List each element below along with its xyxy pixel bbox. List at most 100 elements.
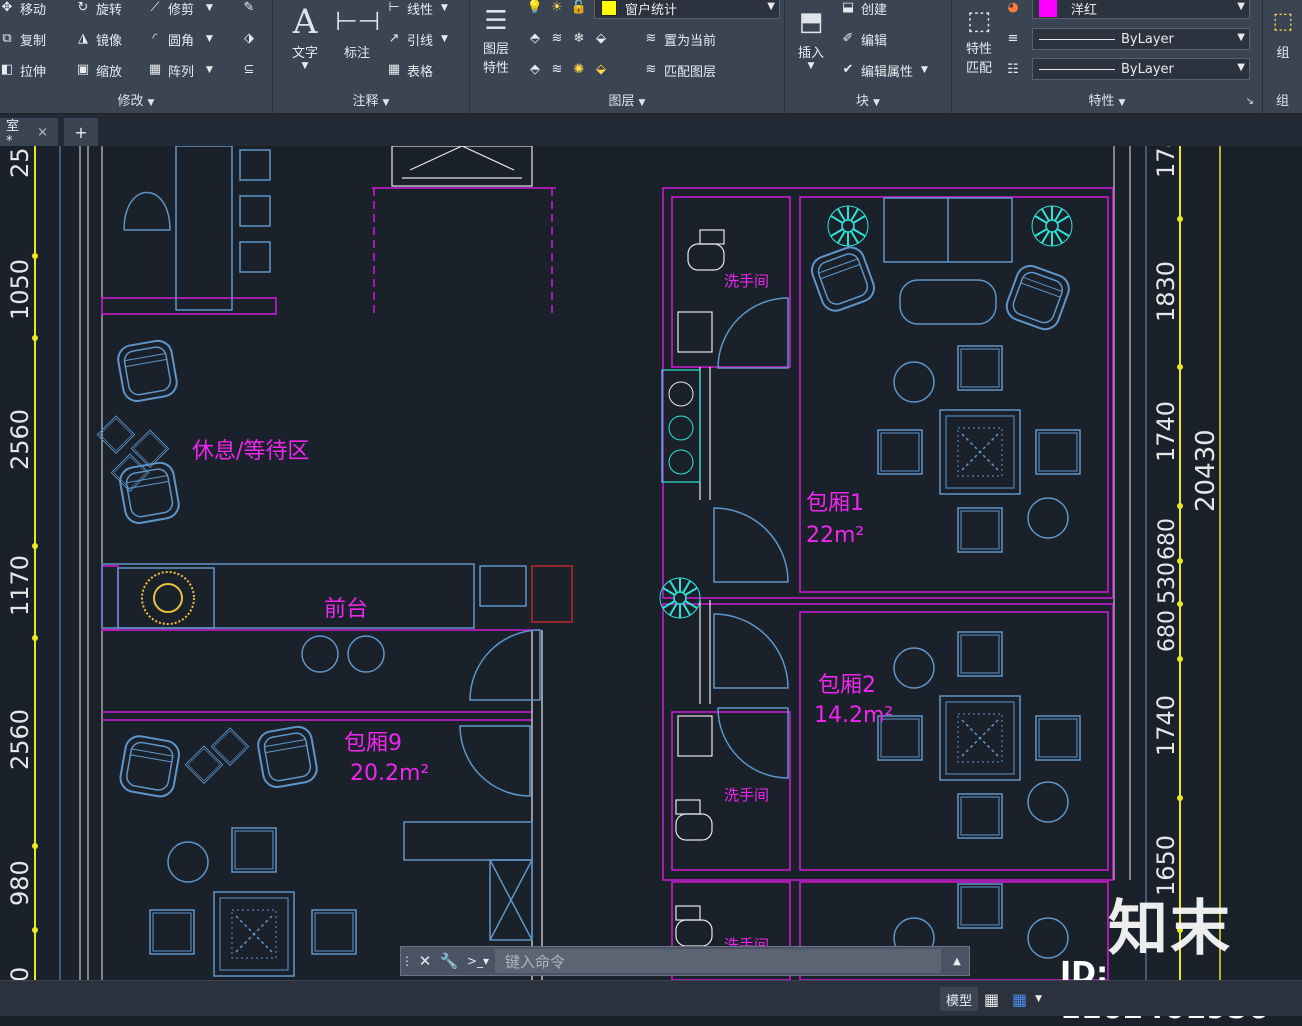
trim-dropdown-icon[interactable]: ▼: [206, 3, 213, 13]
plus-icon: +: [74, 122, 88, 142]
mirror-button[interactable]: ◮ 镜像: [74, 27, 122, 51]
grid-toggle[interactable]: ▦: [984, 987, 999, 1011]
unlock-icon: 🔓: [570, 0, 588, 15]
set-current-button[interactable]: ≋ 置为当前: [642, 27, 716, 51]
panel-expand-icon[interactable]: ↘: [1246, 96, 1254, 107]
dimension-button[interactable]: ⊢⊣ 标注: [335, 2, 380, 61]
drawing-canvas[interactable]: 250 1050 2560 1170 2560 980 0 174 1830 1…: [0, 132, 1302, 982]
right-dim-label: 680: [1155, 610, 1180, 652]
chevron-down-icon: ▼: [1237, 1, 1245, 12]
layer-tools-row2[interactable]: ⬘ ≋ ❄ ⬙: [526, 27, 614, 51]
file-tab-bar: 室* × +: [0, 114, 1302, 149]
stretch-button[interactable]: ◧ 拉伸: [0, 58, 46, 82]
layer-tools-row3[interactable]: ⬘ ≋ ✺ ⬙: [526, 58, 614, 82]
model-tab[interactable]: 模型: [940, 987, 979, 1011]
lineweight-dropdown[interactable]: ByLayer ▼: [1032, 58, 1250, 80]
array-dropdown-icon[interactable]: ▼: [206, 65, 213, 75]
modify-panel-title[interactable]: 修改 ▼: [0, 90, 272, 109]
scale-button[interactable]: ▣ 缩放: [74, 58, 122, 82]
close-icon[interactable]: ✕: [413, 952, 437, 970]
text-icon: A: [292, 2, 318, 42]
wrench-icon[interactable]: 🔧: [437, 952, 461, 970]
annotation-panel-title[interactable]: 注释 ▼: [273, 90, 469, 109]
edit-block-button[interactable]: ✐ 编辑: [839, 27, 887, 51]
trim-button[interactable]: ⟋ 修剪 ▼: [146, 0, 213, 20]
tables: [213, 409, 1021, 977]
leader-button[interactable]: ↗ 引线 ▼: [385, 27, 448, 51]
left-dim-label: 0: [6, 967, 34, 980]
fillet-dropdown-icon[interactable]: ▼: [206, 34, 213, 44]
file-tab-active[interactable]: 室* ×: [0, 118, 58, 149]
rotate-button[interactable]: ↻ 旋转: [74, 0, 122, 20]
chevron-down-icon[interactable]: ▼: [441, 34, 448, 44]
color-wheel-button[interactable]: ◕: [1004, 0, 1026, 20]
command-prompt-icon[interactable]: >_▾: [461, 954, 495, 968]
watermark-logo: 知末: [1108, 894, 1232, 964]
new-tab-button[interactable]: +: [64, 118, 98, 146]
snap-toggle[interactable]: ▦ ▼: [1012, 987, 1042, 1011]
fillet-icon: ◜: [152, 31, 158, 46]
lineweight-list-button[interactable]: ☷: [1004, 58, 1026, 82]
linear-dimension-icon: ⊢: [388, 0, 400, 15]
fillet-button[interactable]: ◜ 圆角 ▼: [146, 27, 213, 51]
array-button[interactable]: ▦ 阵列 ▼: [146, 58, 213, 82]
close-icon[interactable]: ×: [37, 125, 48, 140]
right-dim-label: 530: [1155, 562, 1180, 604]
layer-off-icon: ⬘: [530, 31, 540, 46]
block-panel-title[interactable]: 块 ▼: [785, 90, 951, 109]
walls: [101, 187, 1114, 981]
copy-button[interactable]: ⧉ 复制: [0, 27, 46, 51]
layer-dropdown[interactable]: 窗户统计 ▼: [594, 0, 780, 19]
left-dim-label: 250: [6, 146, 34, 178]
status-bar: 模型 ▦ ▦ ▼: [0, 980, 1302, 1016]
table-button[interactable]: ▦ 表格: [385, 58, 433, 82]
explode-button[interactable]: ⬗: [240, 27, 262, 51]
erase-icon: ✎: [243, 0, 255, 15]
offset-button[interactable]: ⊆: [240, 58, 262, 82]
rest-area-label: 休息/等待区: [192, 439, 309, 464]
group-button[interactable]: ⬚ 组: [1267, 2, 1299, 61]
layer-freeze-icon: ❄: [573, 31, 585, 46]
layer-state-icons[interactable]: 💡 ☀ 🔓: [526, 0, 592, 20]
erase-button[interactable]: ✎: [240, 0, 262, 20]
insert-button[interactable]: ⬒ 插入 ▼: [789, 2, 833, 71]
color-dropdown[interactable]: 洋红 ▼: [1032, 0, 1250, 19]
chevron-down-icon: ▼: [638, 98, 646, 108]
table-icon: ▦: [387, 62, 401, 77]
color-wheel-icon: ◕: [1007, 0, 1019, 15]
layers-panel-title[interactable]: 图层 ▼: [470, 90, 784, 109]
chevron-down-icon[interactable]: ▼: [441, 3, 448, 13]
properties-panel: ⬚ 特性 匹配 ◕ ≡ ☷ 洋红 ▼ ByLayer ▼ ByLayer ▼ 特性 ▼…: [952, 0, 1263, 113]
edit-attributes-button[interactable]: ✔ 编辑属性 ▼: [839, 58, 928, 82]
layer-thaw-icon: ✺: [573, 62, 585, 77]
grip-icon[interactable]: ⋮: [401, 954, 413, 968]
linetype-dropdown[interactable]: ByLayer ▼: [1032, 28, 1250, 50]
move-button[interactable]: ✥ 移动: [0, 0, 46, 20]
layer-properties-button[interactable]: ☰ 图层 特性: [474, 2, 518, 78]
linetype-list-button[interactable]: ≡: [1004, 27, 1026, 51]
right-dim-label: 174: [1152, 146, 1180, 178]
group-panel-title[interactable]: 组: [1263, 90, 1302, 109]
chevron-down-icon[interactable]: ▼: [921, 65, 928, 75]
create-block-button[interactable]: ⬓ 创建: [839, 0, 887, 20]
snap-grid-icon: ▦: [1012, 989, 1028, 1009]
armchairs: [115, 242, 1074, 800]
leader-icon: ↗: [388, 31, 400, 46]
right-dim-label: 1830: [1152, 261, 1180, 322]
right-dimension-strip: 174 1830 1740 680 530 680 1740 1650 2043…: [1113, 132, 1221, 980]
text-button[interactable]: A 文字 ▼: [283, 2, 327, 71]
room1-name-label: 包厢1: [806, 491, 864, 516]
command-input[interactable]: 键入命令: [495, 949, 941, 973]
match-properties-icon: ⬚: [966, 6, 992, 36]
room2-name-label: 包厢2: [818, 673, 876, 698]
chevron-down-icon: ▼: [1035, 994, 1043, 1004]
linear-dim-button[interactable]: ⊢ 线性 ▼: [385, 0, 448, 20]
match-properties-button[interactable]: ⬚ 特性 匹配: [954, 2, 1004, 78]
room2-area-label: 14.2m²: [814, 703, 893, 728]
command-history-icon[interactable]: ▲: [945, 956, 969, 967]
linetype-icon: ≡: [1007, 31, 1019, 46]
match-layer-button[interactable]: ≋ 匹配图层: [642, 58, 716, 82]
edit-attributes-icon: ✔: [842, 62, 854, 77]
properties-panel-title[interactable]: 特性 ▼: [952, 90, 1262, 109]
command-line[interactable]: ⋮ ✕ 🔧 >_▾ 键入命令 ▲: [400, 946, 970, 976]
